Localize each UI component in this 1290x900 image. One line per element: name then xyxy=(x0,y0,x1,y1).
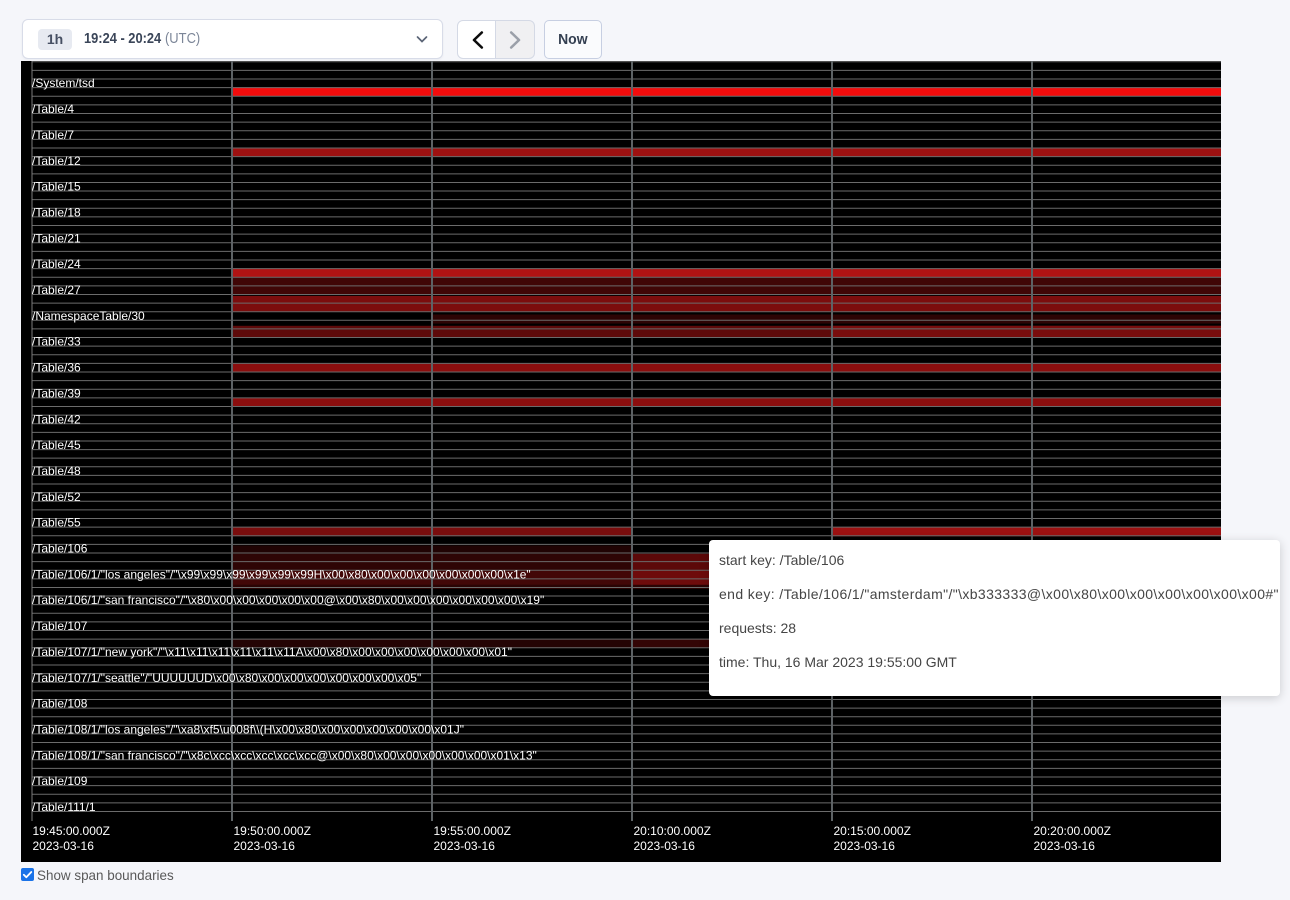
svg-text:/Table/106/1/"los angeles"/"\x: /Table/106/1/"los angeles"/"\x99\x99\x99… xyxy=(32,567,531,581)
svg-text:20:15:00.000Z: 20:15:00.000Z xyxy=(834,824,911,838)
svg-text:/Table/27: /Table/27 xyxy=(32,283,81,297)
svg-text:/Table/52: /Table/52 xyxy=(32,490,81,504)
svg-text:/NamespaceTable/30: /NamespaceTable/30 xyxy=(32,309,145,323)
svg-text:/Table/15: /Table/15 xyxy=(32,180,81,194)
svg-text:/Table/107/1/"new york"/"\x11\: /Table/107/1/"new york"/"\x11\x11\x11\x1… xyxy=(32,645,512,659)
svg-text:19:45:00.000Z: 19:45:00.000Z xyxy=(33,824,110,838)
svg-text:20:10:00.000Z: 20:10:00.000Z xyxy=(634,824,711,838)
svg-text:2023-03-16: 2023-03-16 xyxy=(234,839,296,853)
svg-text:/Table/7: /Table/7 xyxy=(32,128,74,142)
svg-text:/Table/48: /Table/48 xyxy=(32,464,81,478)
svg-text:/System/tsd: /System/tsd xyxy=(32,76,95,90)
svg-text:/Table/108/1/"los angeles"/"\x: /Table/108/1/"los angeles"/"\xa8\xf5\u00… xyxy=(32,722,464,736)
svg-text:19:50:00.000Z: 19:50:00.000Z xyxy=(234,824,311,838)
svg-text:2023-03-16: 2023-03-16 xyxy=(834,839,896,853)
svg-text:/Table/108: /Table/108 xyxy=(32,697,88,711)
svg-text:2023-03-16: 2023-03-16 xyxy=(33,839,95,853)
svg-text:20:20:00.000Z: 20:20:00.000Z xyxy=(1034,824,1111,838)
svg-text:/Table/39: /Table/39 xyxy=(32,386,81,400)
svg-text:/Table/45: /Table/45 xyxy=(32,438,81,452)
svg-text:/Table/106: /Table/106 xyxy=(32,542,88,556)
svg-text:/Table/33: /Table/33 xyxy=(32,335,81,349)
svg-text:/Table/111/1: /Table/111/1 xyxy=(32,800,96,814)
svg-text:/Table/107: /Table/107 xyxy=(32,619,88,633)
svg-text:/Table/106/1/"san francisco"/": /Table/106/1/"san francisco"/"\x80\x00\x… xyxy=(32,593,544,607)
svg-text:/Table/36: /Table/36 xyxy=(32,361,81,375)
svg-text:/Table/55: /Table/55 xyxy=(32,516,81,530)
svg-text:/Table/24: /Table/24 xyxy=(32,257,81,271)
svg-text:/Table/107/1/"seattle"/"UUUUUU: /Table/107/1/"seattle"/"UUUUUUD\x00\x80\… xyxy=(32,671,421,685)
svg-text:19:55:00.000Z: 19:55:00.000Z xyxy=(434,824,511,838)
svg-text:2023-03-16: 2023-03-16 xyxy=(1034,839,1096,853)
svg-text:/Table/12: /Table/12 xyxy=(32,154,81,168)
svg-text:/Table/108/1/"san francisco"/": /Table/108/1/"san francisco"/"\x8c\xcc\x… xyxy=(32,748,537,762)
svg-text:2023-03-16: 2023-03-16 xyxy=(434,839,496,853)
svg-text:/Table/4: /Table/4 xyxy=(32,102,74,116)
svg-text:2023-03-16: 2023-03-16 xyxy=(634,839,696,853)
svg-text:/Table/21: /Table/21 xyxy=(32,231,81,245)
svg-text:/Table/109: /Table/109 xyxy=(32,774,88,788)
svg-text:/Table/18: /Table/18 xyxy=(32,205,81,219)
svg-text:/Table/42: /Table/42 xyxy=(32,412,81,426)
